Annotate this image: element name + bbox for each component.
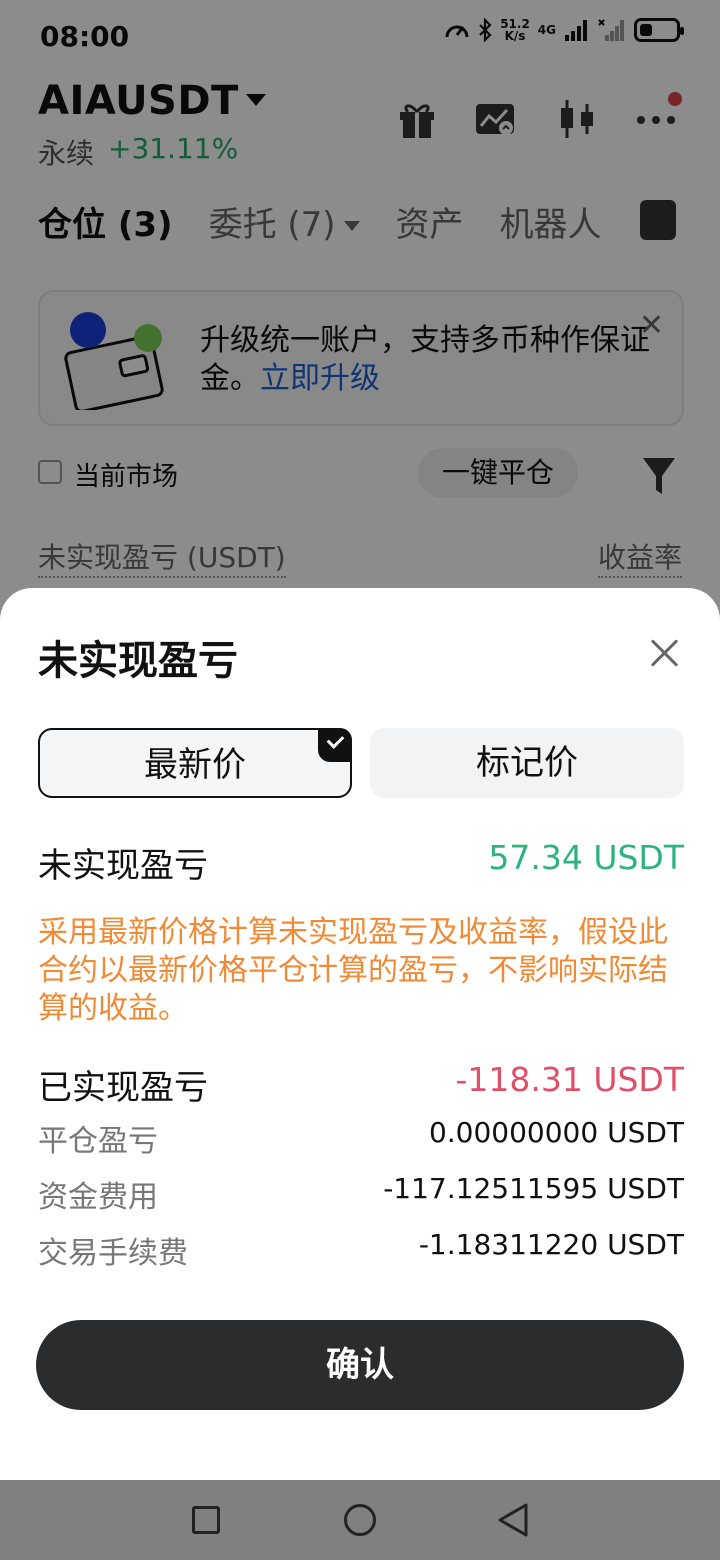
confirm-button[interactable]: 确认 bbox=[36, 1320, 684, 1410]
unrealized-pnl-sheet: 未实现盈亏 最新价 标记价 未实现盈亏 57.34 USDT 采用最新价格计算未… bbox=[0, 588, 720, 1480]
detail-value: -117.12511595 USDT bbox=[383, 1172, 684, 1205]
check-icon bbox=[318, 728, 352, 762]
realized-label: 已实现盈亏 bbox=[38, 1068, 208, 1108]
system-nav-bar bbox=[0, 1480, 720, 1560]
home-icon[interactable] bbox=[344, 1504, 376, 1536]
detail-label: 平仓盈亏 bbox=[38, 1124, 158, 1159]
unrealized-row: 未实现盈亏 57.34 USDT bbox=[38, 838, 684, 886]
mark-price-option[interactable]: 标记价 bbox=[370, 728, 684, 798]
detail-label: 资金费用 bbox=[38, 1180, 158, 1215]
calculation-note: 采用最新价格计算未实现盈亏及收益率，假设此合约以最新价格平仓计算的盈亏，不影响实… bbox=[38, 915, 668, 1026]
back-icon[interactable] bbox=[496, 1502, 530, 1538]
detail-value: 0.00000000 USDT bbox=[428, 1116, 684, 1149]
detail-value: -1.18311220 USDT bbox=[418, 1228, 684, 1261]
close-icon[interactable] bbox=[650, 638, 680, 668]
sheet-title: 未实现盈亏 bbox=[38, 638, 238, 684]
unrealized-label: 未实现盈亏 bbox=[38, 846, 208, 886]
realized-row: 已实现盈亏 -118.31 USDT bbox=[38, 1060, 684, 1108]
realized-value: -118.31 USDT bbox=[455, 1060, 684, 1099]
detail-row-trading-fee: 交易手续费 -1.18311220 USDT bbox=[38, 1228, 684, 1271]
detail-row-close-pnl: 平仓盈亏 0.00000000 USDT bbox=[38, 1116, 684, 1159]
detail-label: 交易手续费 bbox=[38, 1236, 188, 1271]
latest-price-option[interactable]: 最新价 bbox=[38, 728, 352, 798]
unrealized-value: 57.34 USDT bbox=[488, 838, 684, 877]
detail-row-funding-fee: 资金费用 -117.12511595 USDT bbox=[38, 1172, 684, 1215]
recent-apps-icon[interactable] bbox=[192, 1506, 220, 1534]
